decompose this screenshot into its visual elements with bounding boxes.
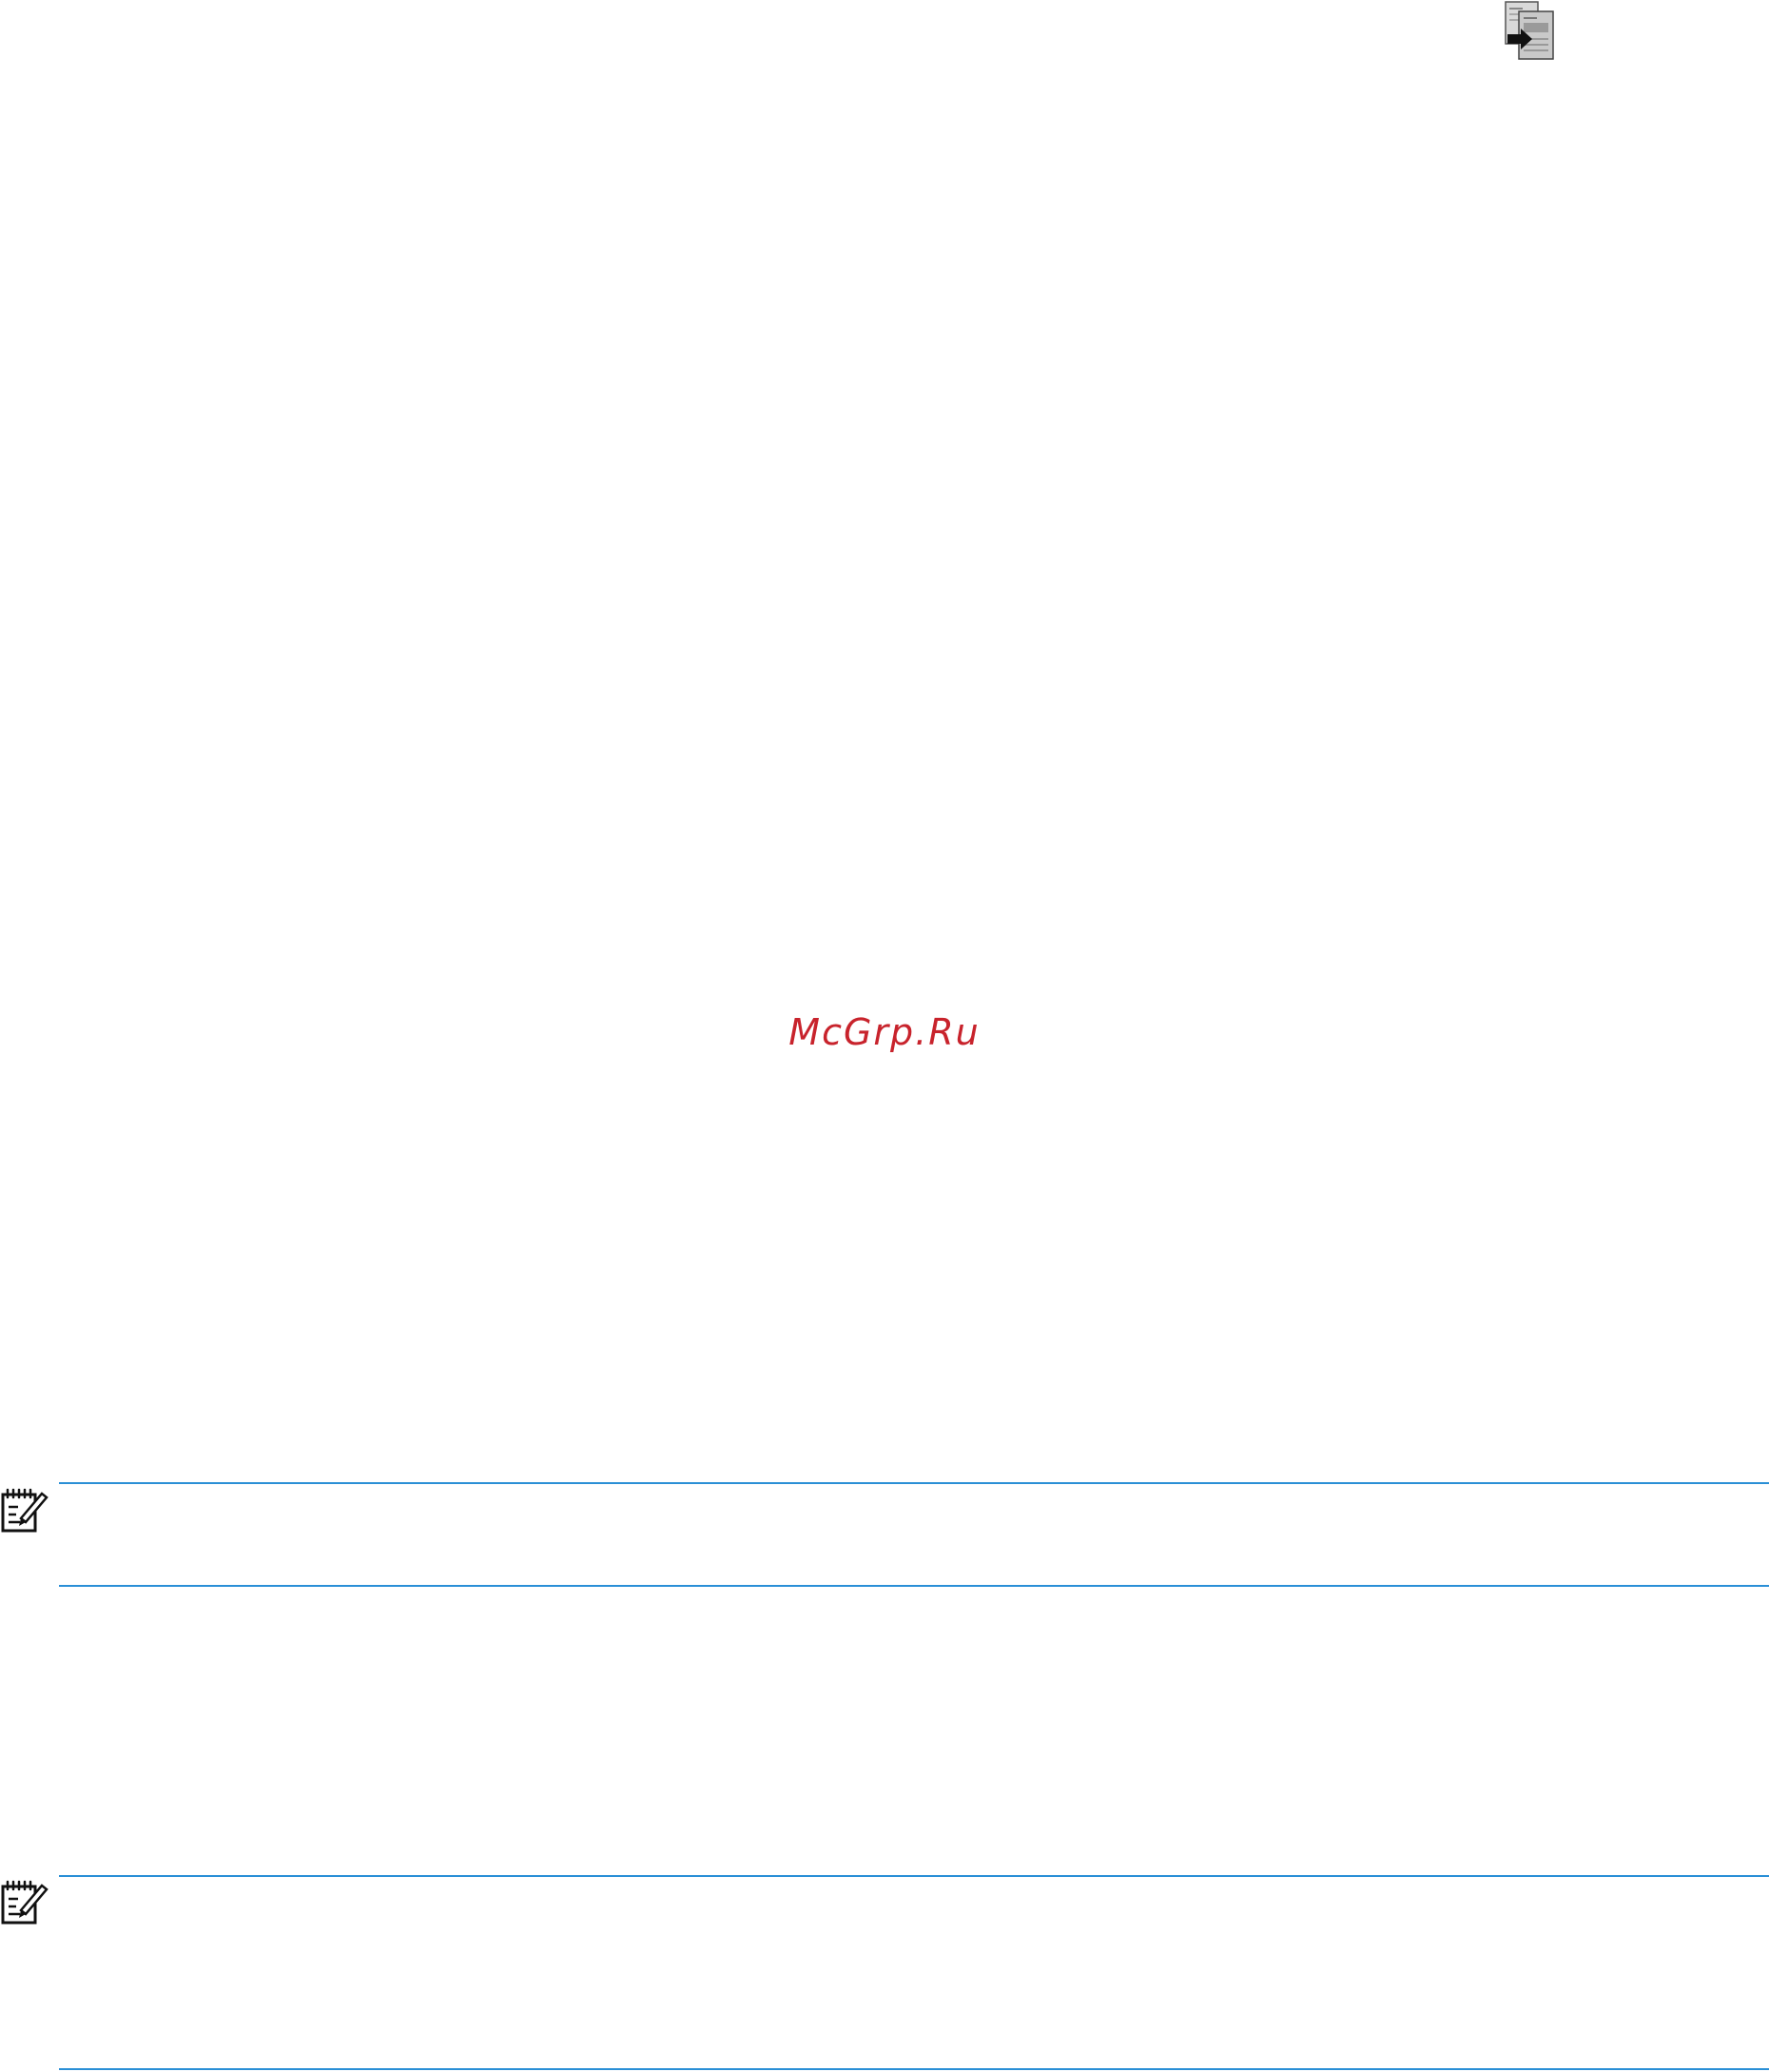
note-bottom-rule <box>59 1585 1769 1587</box>
note-top-rule <box>59 1482 1769 1484</box>
note-pencil-icon <box>1 1488 49 1533</box>
watermark-text: McGrp.Ru <box>788 1011 981 1053</box>
note-top-rule <box>59 1875 1769 1877</box>
note-bottom-rule <box>59 2068 1769 2070</box>
copy-document-arrow-icon <box>1505 1 1554 60</box>
note-pencil-icon <box>1 1880 49 1925</box>
